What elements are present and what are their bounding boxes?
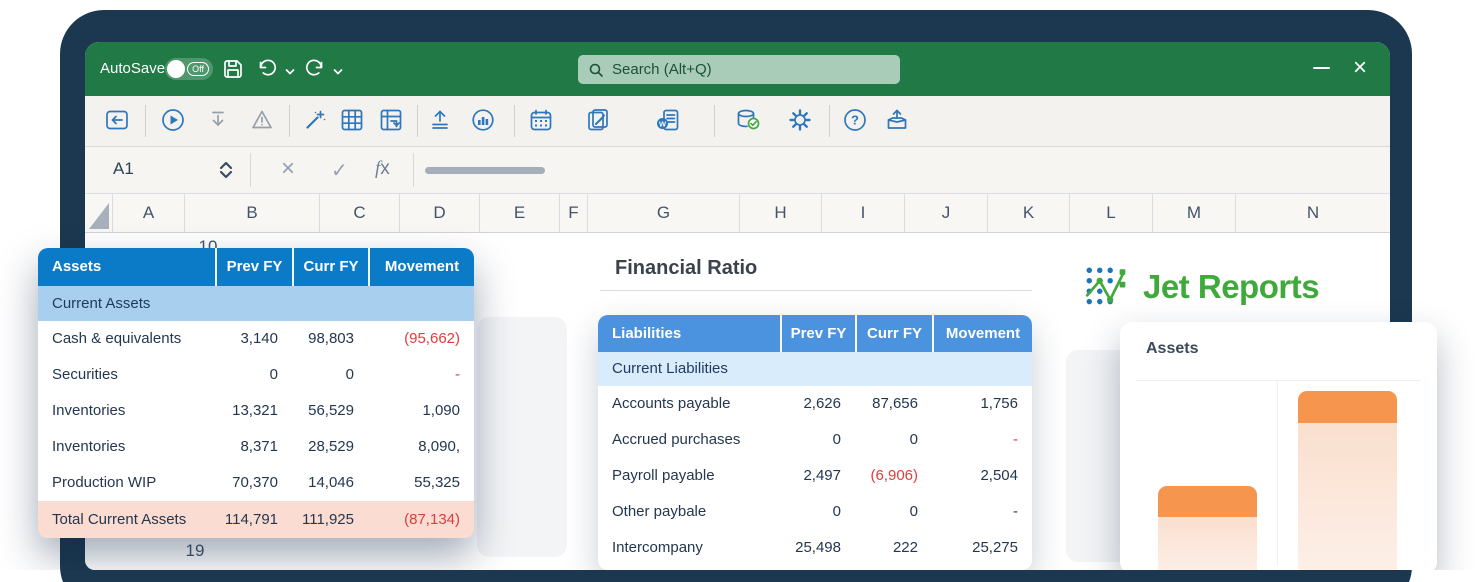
row-label: Payroll payable	[598, 458, 780, 494]
cell-value: -	[932, 422, 1032, 458]
header-cell: Liabilities	[598, 315, 780, 352]
cell-value: 114,791	[215, 501, 292, 538]
liabilities-table-header: Liabilities Prev FY Curr FY Movement	[598, 315, 1032, 352]
chart-title: Assets	[1146, 340, 1198, 358]
header-cell: Curr FY	[855, 315, 932, 352]
bar-body-segment	[1298, 423, 1397, 570]
row-label: Other paybale	[598, 494, 780, 530]
table-row: Securities 0 0 -	[38, 357, 474, 393]
section-row: Current Liabilities	[598, 352, 1032, 386]
header-cell: Prev FY	[780, 315, 855, 352]
cell-value: 0	[780, 494, 855, 530]
liabilities-table: Liabilities Prev FY Curr FY Movement Cur…	[598, 315, 1032, 570]
table-row: Payroll payable 2,497 (6,906) 2,504	[598, 458, 1032, 494]
row-label: Inventories	[38, 393, 215, 429]
section-row: Current Assets	[38, 286, 474, 321]
cell-value: 13,321	[215, 393, 292, 429]
cell-value: 70,370	[215, 465, 292, 501]
cell-value: 3,140	[215, 321, 292, 357]
cell-value: 0	[292, 357, 368, 393]
cell-value: 0	[780, 422, 855, 458]
jet-reports-logo: Jet Reports	[1083, 264, 1319, 310]
chart-gridline	[1136, 380, 1421, 381]
cell-value: 8,090,	[368, 429, 474, 465]
cell-value: 2,504	[932, 458, 1032, 494]
cell-value: 2,497	[780, 458, 855, 494]
cell-value: 55,325	[368, 465, 474, 501]
cell-value: 222	[855, 530, 932, 566]
chart-bar	[1298, 391, 1397, 570]
row-label: Intercompany	[598, 530, 780, 566]
cell-value: 0	[215, 357, 292, 393]
header-cell: Movement	[368, 248, 474, 286]
row-label: Accounts payable	[598, 386, 780, 422]
total-row: Total Current Assets 114,791 111,925 (87…	[38, 501, 474, 538]
cell-value: 87,656	[855, 386, 932, 422]
cell-value: -	[932, 494, 1032, 530]
cell-value: 111,925	[292, 501, 368, 538]
cell-value: 0	[855, 422, 932, 458]
cell-value: (6,906)	[855, 458, 932, 494]
page: AutoSave Off	[0, 0, 1476, 582]
heading-divider	[600, 290, 1032, 291]
table-row: Intercompany 25,498 222 25,275	[598, 530, 1032, 566]
cell-value: 2,626	[780, 386, 855, 422]
cell-value: -	[368, 357, 474, 393]
row-label: Production WIP	[38, 465, 215, 501]
table-row: Accrued purchases 0 0 -	[598, 422, 1032, 458]
jet-reports-logo-icon	[1083, 264, 1129, 310]
header-cell: Prev FY	[215, 248, 292, 286]
background-card	[477, 317, 567, 557]
header-cell: Assets	[38, 248, 215, 286]
table-row: Inventories 13,321 56,529 1,090	[38, 393, 474, 429]
row-label: Securities	[38, 357, 215, 393]
header-cell: Curr FY	[292, 248, 368, 286]
row-label: Accrued purchases	[598, 422, 780, 458]
row-label: Inventories	[38, 429, 215, 465]
header-cell: Movement	[932, 315, 1032, 352]
cell-value: 25,498	[780, 530, 855, 566]
financial-ratio-heading: Financial Ratio	[615, 257, 757, 280]
bar-body-segment	[1158, 517, 1257, 570]
assets-table-header: Assets Prev FY Curr FY Movement	[38, 248, 474, 286]
cell-value: 1,090	[368, 393, 474, 429]
cell-value: 25,275	[932, 530, 1032, 566]
cell-value: 1,756	[932, 386, 1032, 422]
jet-reports-logo-text: Jet Reports	[1143, 268, 1319, 306]
table-row: Other paybale 0 0 -	[598, 494, 1032, 530]
row-label: Total Current Assets	[38, 501, 215, 538]
table-row: Inventories 8,371 28,529 8,090,	[38, 429, 474, 465]
cell-value: 8,371	[215, 429, 292, 465]
table-row: Accounts payable 2,626 87,656 1,756	[598, 386, 1032, 422]
cell-value: 28,529	[292, 429, 368, 465]
assets-chart-card: Assets	[1120, 322, 1437, 570]
bar-highlight-segment	[1298, 391, 1397, 423]
cell-value: 56,529	[292, 393, 368, 429]
bar-highlight-segment	[1158, 486, 1257, 517]
chart-divider	[1277, 380, 1278, 566]
cell-value: 0	[855, 494, 932, 530]
cell-value: (87,134)	[368, 501, 474, 538]
row-label: Cash & equivalents	[38, 321, 215, 357]
chart-bar	[1158, 486, 1257, 570]
overlay-layer: Assets Prev FY Curr FY Movement Current …	[0, 0, 1476, 570]
assets-table: Assets Prev FY Curr FY Movement Current …	[38, 248, 474, 538]
cell-value: 98,803	[292, 321, 368, 357]
table-row: Production WIP 70,370 14,046 55,325	[38, 465, 474, 501]
table-row: Cash & equivalents 3,140 98,803 (95,662)	[38, 321, 474, 357]
cell-value: (95,662)	[368, 321, 474, 357]
cell-value: 14,046	[292, 465, 368, 501]
